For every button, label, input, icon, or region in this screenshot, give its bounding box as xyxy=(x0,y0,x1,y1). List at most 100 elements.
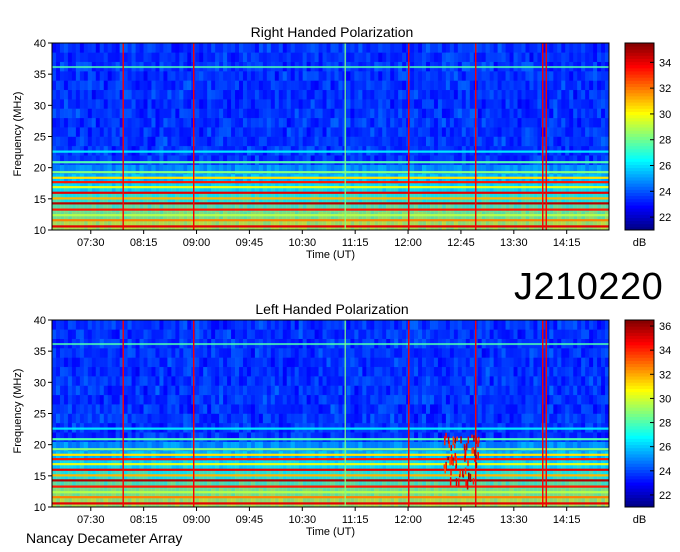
spectrogram-cell xyxy=(258,432,264,442)
colorbar-segment xyxy=(625,114,654,119)
spectrogram-cell xyxy=(242,329,248,339)
spectrogram-cell xyxy=(123,432,128,442)
spectrogram-cell xyxy=(52,357,57,368)
spectrogram-cell xyxy=(441,404,447,414)
spectrogram-cell xyxy=(501,89,506,100)
spectrogram-cell xyxy=(195,99,200,109)
spectrogram-cell xyxy=(286,89,292,100)
spectrogram-cell xyxy=(242,108,248,119)
spectrogram-cell xyxy=(167,71,172,81)
spectrogram-cell xyxy=(63,43,69,53)
spectrogram-cell xyxy=(593,71,598,81)
spectrogram-cell xyxy=(338,404,343,414)
spectrogram-cell xyxy=(394,155,399,165)
spectrogram-cell xyxy=(235,413,240,424)
spectrogram-cell xyxy=(227,394,232,405)
spectrogram-cell xyxy=(143,366,148,377)
spectrogram-cell xyxy=(203,404,208,414)
spectrogram-cell xyxy=(99,117,105,128)
spectrogram-cell xyxy=(374,413,379,424)
spectrogram-cell xyxy=(358,376,363,386)
spectrogram-cell xyxy=(274,52,280,62)
spectrogram-cell xyxy=(298,366,303,377)
colorbar-segment xyxy=(625,61,654,66)
spectrogram-cell xyxy=(601,117,606,128)
spectrogram-cell xyxy=(139,117,144,128)
spectrogram-cell xyxy=(362,43,367,53)
spectrogram-cell xyxy=(553,155,558,165)
spectrogram-cell xyxy=(187,71,192,81)
spectrogram-cell xyxy=(207,404,212,414)
spectrogram-cell xyxy=(266,329,272,339)
spectrogram-cell xyxy=(394,80,399,91)
spectrogram-cell xyxy=(437,52,443,62)
spectrogram-cell xyxy=(59,366,65,377)
spectrogram-cell xyxy=(95,366,101,377)
spectrogram-cell xyxy=(127,329,132,339)
spectrogram-cell xyxy=(318,413,323,424)
spectrogram-cell xyxy=(370,43,375,53)
spectrogram-cell xyxy=(270,357,276,368)
spectrogram-cell xyxy=(163,52,168,62)
spectrogram-cell xyxy=(441,80,447,91)
spectrogram-cell xyxy=(59,357,65,368)
spectrogram-cell xyxy=(597,99,602,109)
spectrogram-cell xyxy=(425,127,431,137)
spectrogram-cell xyxy=(374,348,379,358)
spectrogram-cell xyxy=(370,80,375,91)
spectrogram-cell xyxy=(254,357,260,368)
spectrogram-cell xyxy=(465,89,471,100)
spectrogram-cell xyxy=(151,357,156,368)
spectrogram-cell xyxy=(103,117,108,128)
spectrogram-cell xyxy=(581,89,586,100)
spectrogram-cell xyxy=(382,376,387,386)
spectrogram-cell xyxy=(211,117,216,128)
spectrogram-cell xyxy=(350,127,355,137)
spectrogram-cell xyxy=(227,320,232,330)
spectrogram-cell xyxy=(374,89,379,100)
spectrogram-cell xyxy=(565,52,570,62)
spectrogram-cell xyxy=(306,432,311,442)
spectrogram-cell xyxy=(167,52,172,62)
spectrogram-cell xyxy=(262,348,268,358)
spectrogram-cell xyxy=(330,376,335,386)
spectrogram-cell xyxy=(298,320,303,330)
spectrogram-cell xyxy=(171,155,176,165)
spectrogram-cell xyxy=(111,404,116,414)
spectrogram-cell xyxy=(597,80,602,91)
spectrogram-cell xyxy=(449,52,455,62)
spectrogram-cell xyxy=(302,394,307,405)
spectrogram-cell xyxy=(155,43,160,53)
spectrogram-cell xyxy=(171,108,176,119)
spectrogram-cell xyxy=(111,127,116,137)
spectrogram-cell xyxy=(115,136,120,147)
spectrogram-cell xyxy=(67,117,73,128)
spectrogram-cell xyxy=(55,348,61,358)
spectrogram-cell xyxy=(298,385,303,396)
spectrogram-cell xyxy=(183,329,188,339)
spectrogram-cell xyxy=(418,385,423,396)
spectrogram-cell xyxy=(238,52,244,62)
spectrogram-cell xyxy=(87,108,93,119)
spectrogram-cell xyxy=(302,127,307,137)
spectrogram-cell xyxy=(521,99,526,109)
colorbar-segment xyxy=(625,133,654,137)
spectrogram-cell xyxy=(207,394,212,405)
spectrogram-cell xyxy=(298,155,303,165)
spectrogram-cell xyxy=(207,117,212,128)
spectrogram-cell xyxy=(111,366,116,377)
spectrogram-cell xyxy=(127,413,132,424)
spectrogram-cell xyxy=(529,136,534,147)
spectrogram-cell xyxy=(282,348,288,358)
spectrogram-cell xyxy=(513,136,518,147)
spectrogram-cell xyxy=(262,127,268,137)
spectrogram-cell xyxy=(585,80,590,91)
spectrogram-cell xyxy=(398,155,403,165)
spectrogram-cell xyxy=(326,80,331,91)
spectrogram-cell xyxy=(302,385,307,396)
spectrogram-cell xyxy=(306,117,311,128)
spectrogram-cell xyxy=(330,366,335,377)
spectrogram-cell xyxy=(561,136,566,147)
spectrogram-cell xyxy=(457,71,463,81)
spectrogram-cell xyxy=(374,329,379,339)
